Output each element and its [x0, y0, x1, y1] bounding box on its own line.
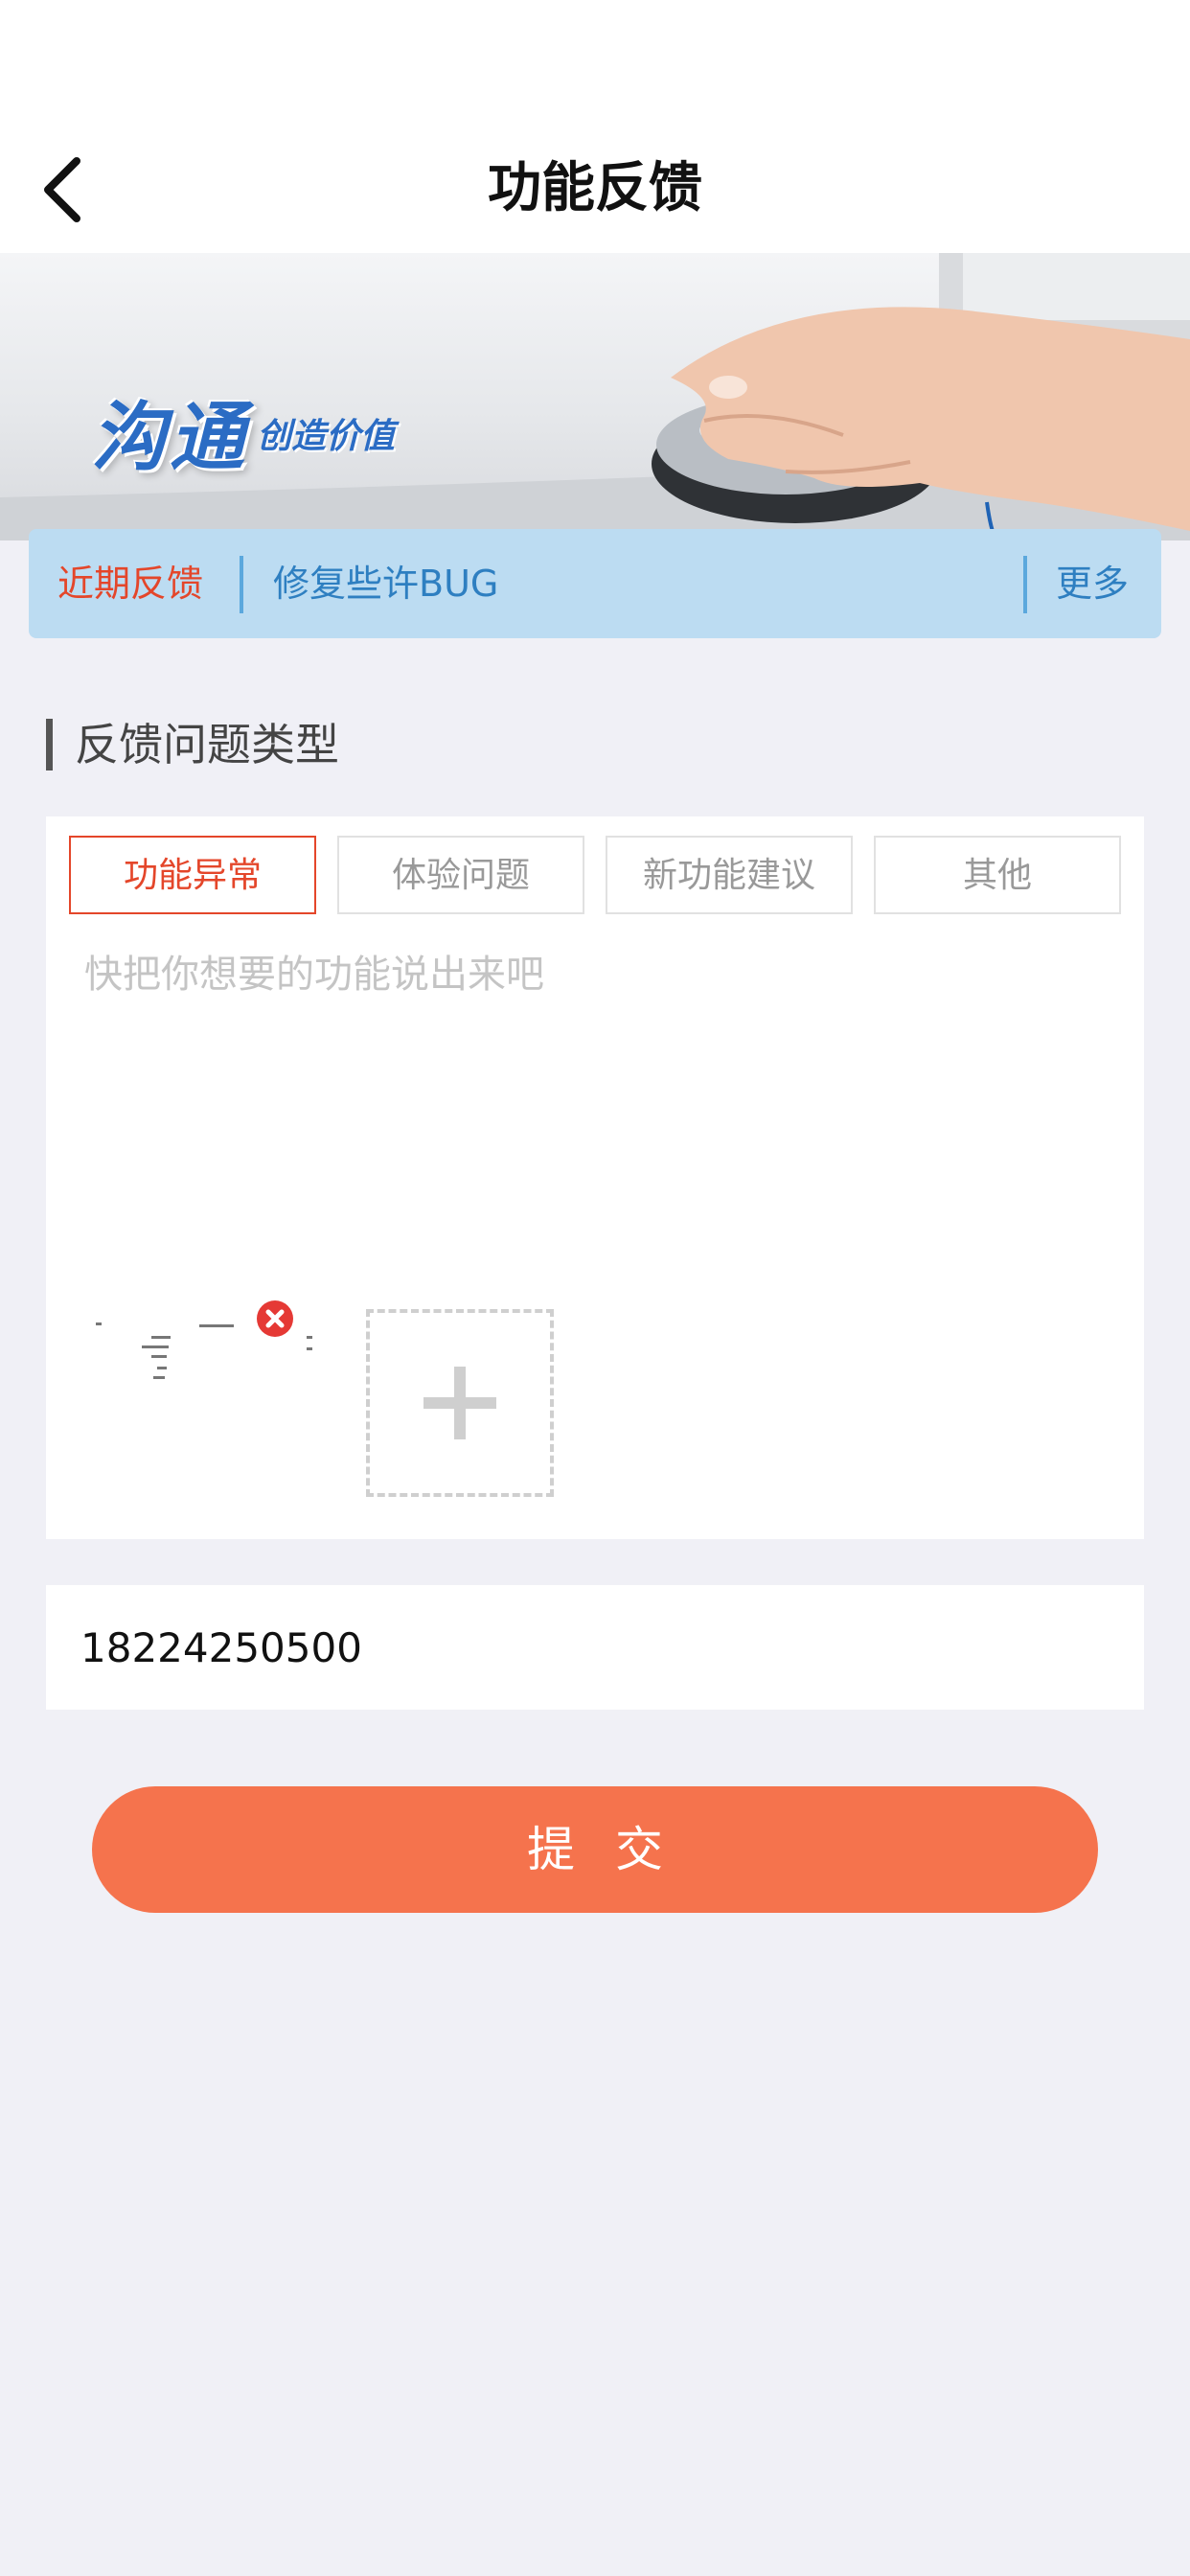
phone-input[interactable]: [46, 1585, 1144, 1710]
banner-image: 沟通 创造价值: [0, 253, 1190, 540]
notice-label: 近期反馈: [57, 563, 204, 605]
close-icon: [265, 1309, 285, 1328]
chevron-left-icon: [44, 157, 80, 222]
notice-bar: 近期反馈 修复些许BUG 更多: [29, 529, 1161, 638]
tab-experience-issue[interactable]: 体验问题: [337, 836, 584, 914]
tab-new-feature[interactable]: 新功能建议: [606, 836, 853, 914]
feedback-page: 功能反馈 沟通 创造价值 近期反馈 修复些许BUG 更多 反馈问题类型 功能异常…: [0, 0, 1190, 2576]
section-title: 反馈问题类型: [75, 719, 339, 770]
divider: [240, 556, 243, 613]
status-bar: [0, 0, 1190, 125]
add-image-button[interactable]: [366, 1309, 554, 1497]
tab-function-error[interactable]: 功能异常: [69, 836, 316, 914]
attachment-thumbnail[interactable]: [84, 1296, 312, 1497]
more-link[interactable]: 更多: [1056, 529, 1129, 638]
back-button[interactable]: [29, 151, 105, 228]
divider: [1023, 556, 1027, 613]
banner-slogan: 创造价值: [257, 417, 396, 456]
submit-button[interactable]: 提交: [92, 1786, 1098, 1913]
page-title: 功能反馈: [488, 157, 702, 219]
plus-icon: [423, 1367, 496, 1439]
feedback-textarea[interactable]: [84, 943, 1106, 1135]
section-marker: [46, 719, 53, 770]
remove-attachment-button[interactable]: [257, 1300, 293, 1337]
feedback-card: 功能异常 体验问题 新功能建议 其他: [46, 816, 1144, 1539]
navigation-bar: 功能反馈: [0, 125, 1190, 253]
tab-other[interactable]: 其他: [874, 836, 1121, 914]
banner-logo-text: 沟通: [91, 395, 249, 481]
notice-text[interactable]: 修复些许BUG: [273, 529, 498, 638]
